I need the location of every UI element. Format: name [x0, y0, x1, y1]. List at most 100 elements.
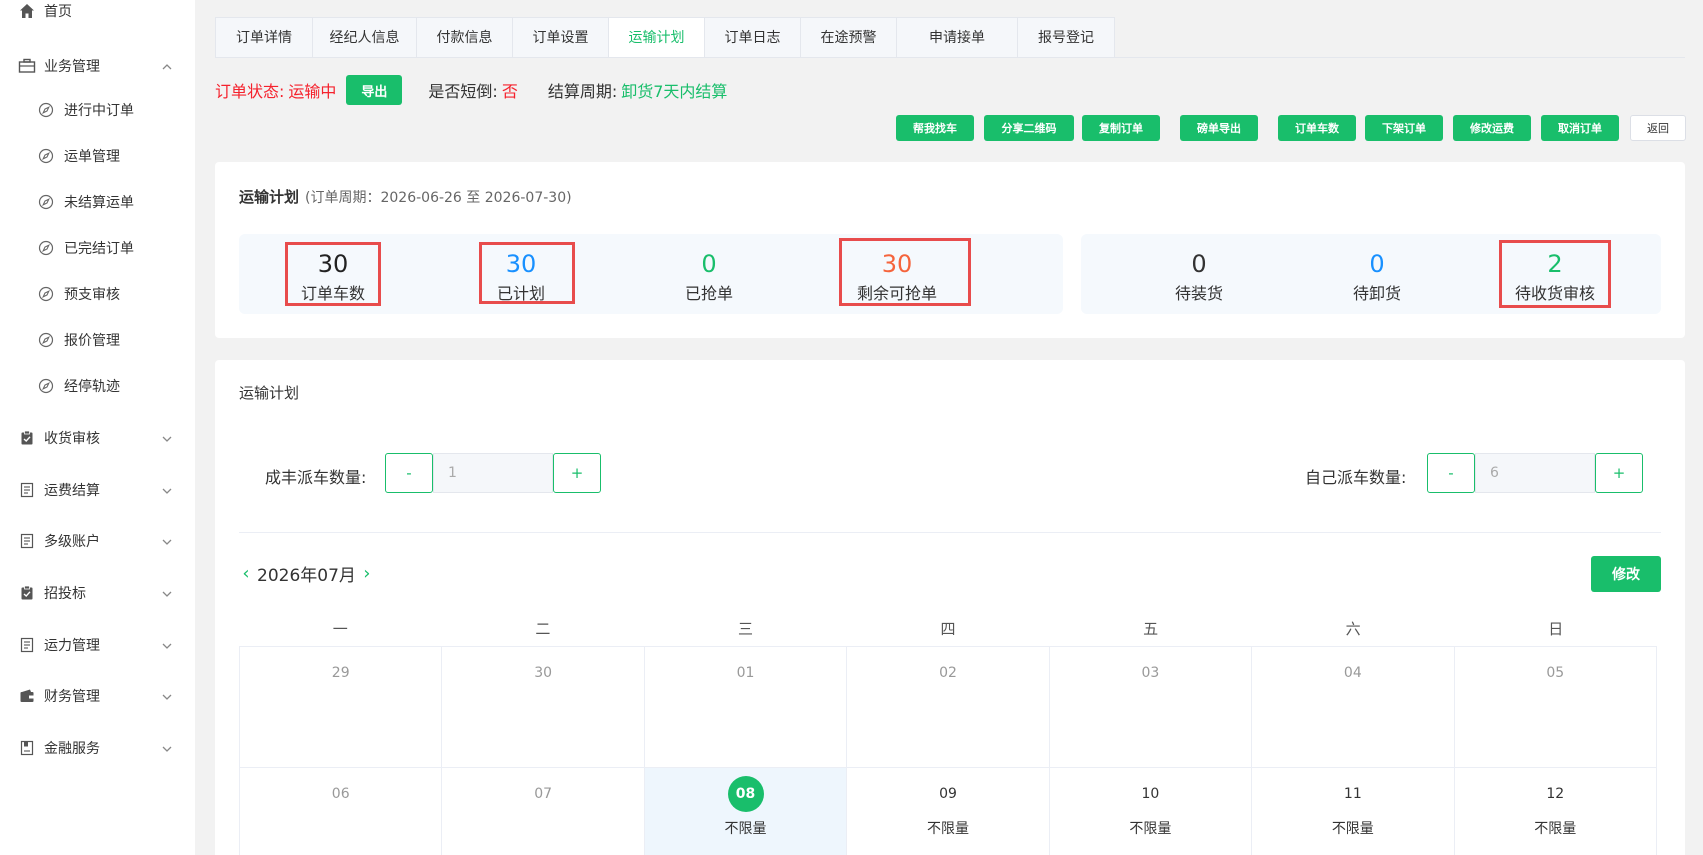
sidebar-item-home[interactable]: 首页: [0, 0, 195, 31]
share-qrcode-button[interactable]: 分享二维码: [984, 115, 1074, 141]
pending-load-stat: 0 待装货: [1129, 234, 1269, 314]
calendar-day-cell[interactable]: 02: [847, 647, 1050, 768]
tab-3[interactable]: 订单设置: [513, 18, 609, 58]
planned-stat: 30 已计划: [451, 234, 591, 314]
calendar-day-cell[interactable]: 10 不限量: [1050, 768, 1253, 855]
calendar-day-number: 05: [1546, 665, 1565, 681]
calendar-day-cell[interactable]: 11 不限量: [1252, 768, 1455, 855]
chevron-down-icon: [160, 586, 174, 600]
cf-dispatch-label: 成丰派车数量:: [265, 468, 367, 487]
self-dispatch-increment-button[interactable]: +: [1595, 453, 1643, 493]
weigh-bill-export-button[interactable]: 磅单导出: [1180, 115, 1258, 141]
prev-month-icon[interactable]: ‹: [239, 563, 253, 584]
settlement-cycle-value: 卸货7天内结算: [621, 82, 728, 101]
stat-group-right: 0 待装货 0 待卸货 2 待收货审核: [1081, 234, 1661, 314]
stat-number: 30: [881, 250, 913, 278]
wallet-icon: [18, 687, 36, 705]
sidebar-subitem-6[interactable]: 经停轨迹: [0, 366, 195, 406]
calendar-day-cell[interactable]: 29: [240, 647, 443, 768]
sidebar-subitem-5[interactable]: 报价管理: [0, 320, 195, 360]
sidebar-group-1[interactable]: 运费结算: [0, 470, 195, 510]
order-vehicles-button[interactable]: 订单车数: [1278, 115, 1356, 141]
sidebar-group-6[interactable]: 金融服务: [0, 728, 195, 768]
order-vehicles-stat: 30 订单车数: [263, 234, 403, 314]
document-icon: [18, 481, 36, 499]
sidebar-group-3[interactable]: 招投标: [0, 573, 195, 613]
tab-1[interactable]: 经纪人信息: [313, 18, 417, 58]
calendar-day-number: 07: [534, 786, 553, 802]
find-vehicle-button[interactable]: 帮我找车: [896, 115, 974, 141]
tab-4[interactable]: 运输计划: [609, 18, 705, 58]
tab-0[interactable]: 订单详情: [216, 18, 313, 58]
calendar-day-cell[interactable]: 09 不限量: [847, 768, 1050, 855]
copy-order-button[interactable]: 复制订单: [1082, 115, 1160, 141]
delist-order-button[interactable]: 下架订单: [1365, 115, 1443, 141]
back-button[interactable]: 返回: [1630, 115, 1686, 141]
summary-title-text: 运输计划: [239, 188, 300, 206]
edit-plan-button[interactable]: 修改: [1591, 556, 1661, 592]
self-dispatch-decrement-button[interactable]: -: [1427, 453, 1475, 493]
weekday-label: 日: [1548, 620, 1564, 638]
sidebar-group-5[interactable]: 财务管理: [0, 676, 195, 716]
sidebar-subitem-1[interactable]: 运单管理: [0, 136, 195, 176]
sidebar-group-4[interactable]: 运力管理: [0, 625, 195, 665]
sidebar-item-business[interactable]: 业务管理: [0, 46, 195, 86]
short-haul-label: 是否短倒:: [428, 82, 498, 101]
weekday-label: 三: [737, 620, 753, 638]
sidebar-subitem-label: 未结算运单: [64, 195, 134, 211]
calendar-grid: 29 30 01 02 03 04 05 06 07 08 不限量 09 不限量 10 不限量 11 不限量 12…: [239, 646, 1657, 855]
sidebar-group-label: 财务管理: [44, 689, 100, 705]
sidebar-subitem-label: 报价管理: [64, 333, 120, 349]
sidebar-subitem-0[interactable]: 进行中订单: [0, 90, 195, 130]
calendar-day-number: 10: [1141, 786, 1160, 802]
calendar-day-cell[interactable]: 06: [240, 768, 443, 855]
calendar-week-row: 06 07 08 不限量 09 不限量 10 不限量 11 不限量 12 不限量: [240, 768, 1657, 855]
calendar-day-cell[interactable]: 12 不限量: [1455, 768, 1657, 855]
tab-2[interactable]: 付款信息: [417, 18, 513, 58]
cf-dispatch-increment-button[interactable]: +: [553, 453, 601, 493]
sidebar-subitem-2[interactable]: 未结算运单: [0, 182, 195, 222]
calendar-day-cell[interactable]: 08 不限量: [644, 768, 848, 855]
self-dispatch-input[interactable]: [1475, 453, 1595, 493]
sidebar-subitem-4[interactable]: 预支审核: [0, 274, 195, 314]
compass-icon: [38, 378, 54, 394]
calendar-day-cell[interactable]: 05: [1454, 647, 1657, 768]
month-navigator: ‹ 2026年07月 ›: [239, 560, 374, 586]
compass-icon: [38, 102, 54, 118]
compass-icon: [38, 332, 54, 348]
cf-dispatch-input[interactable]: [433, 453, 553, 493]
sidebar-group-label: 运力管理: [44, 638, 100, 654]
sidebar-item-label: 业务管理: [44, 59, 100, 75]
calendar-day-cell[interactable]: 04: [1252, 647, 1455, 768]
calendar-day-cell[interactable]: 03: [1049, 647, 1253, 768]
calendar-day-cell[interactable]: 30: [442, 647, 645, 768]
chevron-down-icon: [160, 638, 174, 652]
next-month-icon[interactable]: ›: [360, 563, 374, 584]
calendar-day-cell[interactable]: 07: [442, 768, 645, 855]
sidebar-subitem-3[interactable]: 已完结订单: [0, 228, 195, 268]
calendar-day-cell[interactable]: 01: [644, 647, 848, 768]
tab-8[interactable]: 报号登记: [1018, 18, 1114, 58]
modify-freight-button[interactable]: 修改运费: [1453, 115, 1531, 141]
briefcase-icon: [18, 57, 36, 75]
tab-6[interactable]: 在途预警: [801, 18, 897, 58]
cf-dispatch-decrement-button[interactable]: -: [385, 453, 433, 493]
stat-number: 2: [1547, 250, 1563, 278]
clipboard-check-icon: [18, 584, 36, 602]
sidebar-group-2[interactable]: 多级账户: [0, 521, 195, 561]
calendar-day-number: 29: [331, 665, 350, 681]
sidebar-group-label: 运费结算: [44, 483, 100, 499]
calendar-day-number: 03: [1141, 665, 1160, 681]
sidebar-group-0[interactable]: 收货审核: [0, 418, 195, 458]
tab-7[interactable]: 申请接单: [897, 18, 1018, 58]
short-haul-value: 否: [501, 82, 518, 101]
cancel-order-button[interactable]: 取消订单: [1541, 115, 1619, 141]
main-content: 订单详情 经纪人信息 付款信息 订单设置 运输计划 订单日志 在途预警 申请接单 报号登记 订单…: [195, 0, 1703, 855]
weekday-label: 四: [940, 620, 956, 638]
compass-icon: [38, 240, 54, 256]
tab-5[interactable]: 订单日志: [705, 18, 801, 58]
action-toolbar: 帮我找车 分享二维码 复制订单 磅单导出 订单车数 下架订单 修改运费 取消订单 返回: [195, 115, 1703, 141]
export-button[interactable]: 导出: [346, 75, 403, 105]
sidebar-subitem-label: 经停轨迹: [64, 379, 120, 395]
sidebar-subitem-label: 预支审核: [64, 287, 120, 303]
